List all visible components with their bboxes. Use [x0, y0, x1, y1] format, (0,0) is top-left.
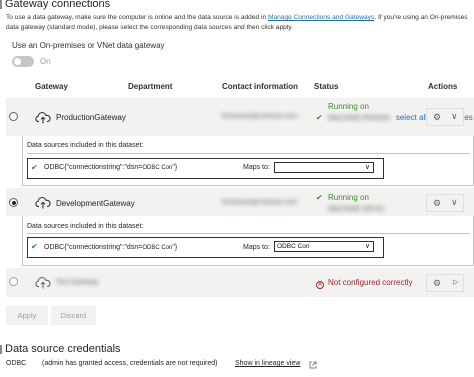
- discard-button[interactable]: Discard: [51, 306, 96, 325]
- data-source-credentials-title: Data source credentials: [5, 343, 121, 355]
- status-machine: MACHINE-DEV01: [328, 206, 385, 213]
- header-department: Department: [128, 82, 173, 91]
- gateway-toggle-state: On: [40, 57, 51, 66]
- maps-to-select-production[interactable]: ∨: [274, 162, 374, 173]
- error-circle-icon: ✕: [316, 281, 324, 289]
- manage-connections-link[interactable]: Manage Connections and Gateways: [268, 14, 374, 21]
- header-contact: Contact information: [222, 82, 298, 91]
- status-prefix: Running on: [328, 193, 369, 202]
- gateway-name-production: ProductionGateway: [56, 113, 126, 122]
- maps-to-label: Maps to:: [243, 164, 270, 171]
- section-marker: [0, 345, 2, 354]
- gateway-contact-production: firstname@contoso.com: [222, 113, 298, 120]
- check-circle-icon: ✔︎: [31, 242, 38, 251]
- maps-to-select-development[interactable]: ODBC Con ∨: [274, 241, 374, 252]
- gateway-toggle[interactable]: [12, 56, 34, 67]
- divider: [27, 153, 470, 154]
- gateway-actions-production: ⚙ ∨: [426, 108, 464, 126]
- gear-icon[interactable]: ⚙: [433, 278, 441, 288]
- maps-to-label: Maps to:: [243, 244, 270, 251]
- header-actions: Actions: [428, 82, 458, 91]
- datasource-highlight: ODBC Con: [142, 245, 173, 251]
- status-machine: MACHINE-PROD01: [328, 115, 391, 122]
- gateway-actions-development: ⚙ ∨: [426, 194, 464, 212]
- intro-text: To use a data gateway, make sure the com…: [6, 14, 268, 21]
- check-circle-icon: ✔︎: [316, 113, 323, 122]
- gateway-intro: To use a data gateway, make sure the com…: [6, 13, 470, 33]
- toggle-knob: [14, 58, 21, 65]
- cloud-upload-icon: [35, 277, 51, 289]
- gateway-contact-development: firstname@contoso.com: [222, 199, 298, 206]
- check-circle-icon: ✔︎: [316, 193, 323, 202]
- gateway-status-test: ✕ Not configured correctly: [316, 278, 412, 289]
- divider: [27, 233, 470, 234]
- gateway-status-development: ✔︎ Running on MACHINE-DEV01: [314, 192, 424, 215]
- gateway-actions-test: ⚙ ▷: [426, 274, 464, 292]
- gateway-radio-development[interactable]: [9, 198, 18, 207]
- gear-icon[interactable]: ⚙: [433, 112, 441, 122]
- chevron-down-icon: ∨: [364, 243, 370, 250]
- credential-source-name: ODBC: [6, 360, 27, 367]
- show-in-lineage-view-link[interactable]: Show in lineage view: [235, 360, 300, 367]
- gateway-radio-test[interactable]: [9, 277, 18, 286]
- external-link-icon[interactable]: [309, 361, 317, 369]
- datasource-suffix: "}: [172, 244, 178, 251]
- datasource-highlight: ODBC Con: [142, 165, 173, 171]
- status-prefix: Running on: [328, 102, 369, 111]
- apply-button[interactable]: Apply: [6, 306, 48, 325]
- credential-note: (admin has granted access, credentials a…: [42, 360, 218, 367]
- datasource-suffix: "}: [172, 164, 178, 171]
- gateway-radio-production[interactable]: [9, 112, 18, 121]
- datasource-source: ODBC{"connectionstring":"dsn=: [44, 164, 143, 171]
- section-marker: [0, 0, 2, 9]
- status-error-text: Not configured correctly: [328, 278, 413, 287]
- cloud-upload-icon: [35, 197, 51, 209]
- chevron-down-icon[interactable]: ∨: [451, 111, 458, 121]
- chevron-right-icon[interactable]: ▷: [453, 278, 458, 288]
- header-gateway: Gateway: [35, 82, 68, 91]
- chevron-down-icon[interactable]: ∨: [451, 197, 458, 207]
- maps-to-value: ODBC Con: [277, 243, 310, 250]
- datasource-name: ODBC{"connectionstring":"dsn=ODBC Con"}: [44, 164, 177, 171]
- header-status: Status: [314, 82, 339, 91]
- cloud-upload-icon: [35, 112, 51, 124]
- datasource-panel-title: Data sources included in this dataset:: [27, 223, 144, 230]
- chevron-down-icon: ∨: [364, 164, 370, 171]
- gear-icon[interactable]: ⚙: [433, 198, 441, 208]
- gateway-name-development: DevelopmentGateway: [56, 199, 135, 208]
- gateway-toggle-label: Use an On-premises or VNet data gateway: [12, 41, 165, 50]
- datasource-panel-title: Data sources included in this dataset:: [27, 142, 144, 149]
- gateway-name-test: Test Gateway: [56, 279, 99, 286]
- datasource-source: ODBC{"connectionstring":"dsn=: [44, 244, 143, 251]
- check-circle-icon: ✔︎: [31, 163, 38, 172]
- datasource-name: ODBC{"connectionstring":"dsn=ODBC Con"}: [44, 244, 177, 251]
- gateway-connections-title: Gateway connections: [5, 0, 111, 10]
- gateway-status-production: Running on ✔︎ MACHINE-PROD01 select all …: [314, 101, 474, 124]
